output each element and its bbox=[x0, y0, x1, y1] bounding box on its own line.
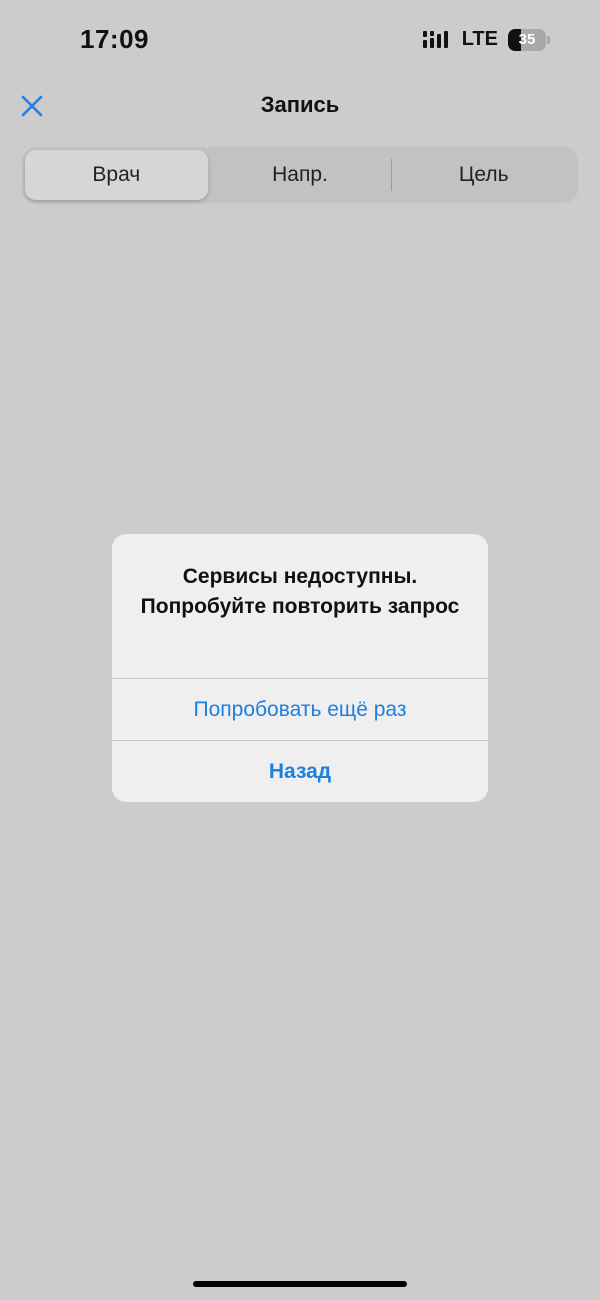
segment-referral[interactable]: Напр. bbox=[209, 150, 392, 200]
alert-divider bbox=[112, 678, 488, 679]
alert-message: Сервисы недоступны. Попробуйте повторить… bbox=[140, 565, 460, 618]
back-button[interactable]: Назад bbox=[112, 742, 488, 802]
battery-icon: 35 bbox=[508, 28, 550, 51]
segment-doctor[interactable]: Врач bbox=[25, 150, 208, 200]
error-alert-dialog: Сервисы недоступны. Попробуйте повторить… bbox=[112, 534, 488, 802]
status-time: 17:09 bbox=[80, 24, 149, 54]
segmented-control: Врач Напр. Цель bbox=[22, 147, 578, 203]
home-indicator[interactable] bbox=[193, 1281, 407, 1287]
network-type-label: LTE bbox=[461, 28, 498, 50]
status-indicators: LTE 35 bbox=[422, 28, 550, 51]
signal-bars-icon bbox=[422, 30, 448, 48]
segment-goal[interactable]: Цель bbox=[392, 150, 575, 200]
battery-percent: 35 bbox=[518, 30, 536, 48]
navigation-bar: Запись bbox=[0, 80, 600, 132]
alert-divider bbox=[112, 740, 488, 741]
status-bar: 17:09 LTE 35 bbox=[0, 0, 600, 80]
retry-button[interactable]: Попробовать ещё раз bbox=[112, 680, 488, 740]
page-title: Запись bbox=[260, 92, 340, 117]
